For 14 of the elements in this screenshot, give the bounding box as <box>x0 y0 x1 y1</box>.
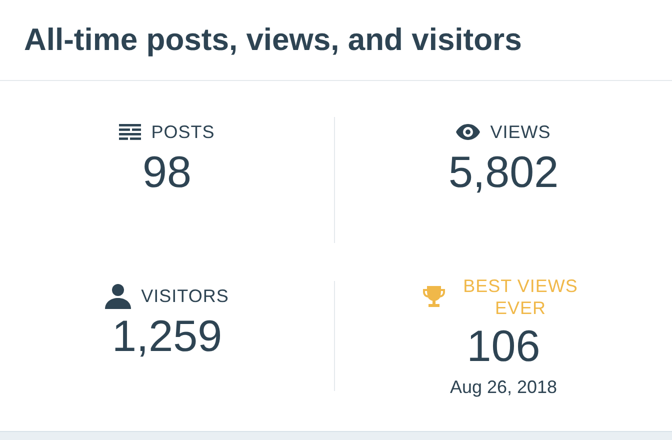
stat-label: POSTS <box>151 122 215 143</box>
stat-value: 106 <box>466 321 540 374</box>
stat-value: 5,802 <box>448 147 559 200</box>
stat-value: 98 <box>142 147 192 200</box>
posts-icon <box>119 124 142 140</box>
stat-value: 1,259 <box>112 311 222 364</box>
stat-label: BEST VIEWS EVER <box>462 275 579 320</box>
trophy-icon <box>422 285 446 310</box>
eye-icon <box>456 124 480 140</box>
stat-label: VISITORS <box>141 286 229 307</box>
stat-date: Aug 26, 2018 <box>450 377 558 398</box>
person-icon <box>105 283 132 310</box>
stat-label: VIEWS <box>490 122 551 143</box>
card-title: All-time posts, views, and visitors <box>24 22 522 58</box>
